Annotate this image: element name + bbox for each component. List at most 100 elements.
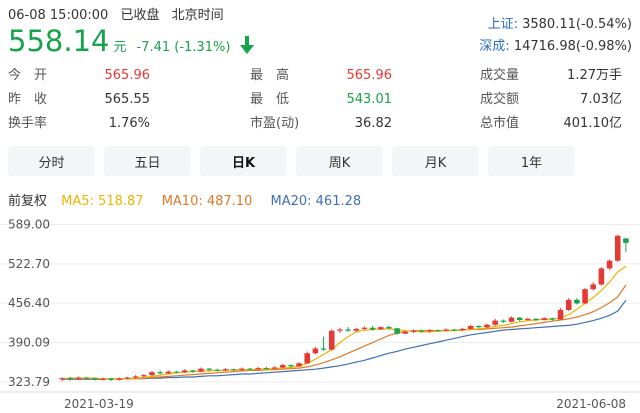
candle-body <box>247 368 253 370</box>
candle-body <box>443 329 449 331</box>
candle-body <box>492 320 498 325</box>
legend-ma10: MA10: 487.10 <box>161 194 253 209</box>
candle-body <box>606 260 613 269</box>
kline-chart[interactable]: 589.00 522.70 456.40 390.09 323.79 2021-03-19… <box>0 212 640 413</box>
candle-body <box>328 330 335 350</box>
stats-row: 今 开 565.96 最 高 565.96 成交量 1.27万手 <box>8 64 632 88</box>
candle-body <box>541 318 547 321</box>
candle-body <box>288 365 294 367</box>
stat-value: 565.96 <box>346 68 393 83</box>
candle-body <box>312 348 319 354</box>
candle-body <box>582 289 588 304</box>
candle-body <box>239 368 245 370</box>
index-sz[interactable]: 深成: 14716.98(-0.98%) <box>479 36 632 58</box>
candle-body <box>614 235 621 261</box>
candle-body <box>320 348 327 350</box>
candle-body <box>484 324 490 328</box>
candle-body <box>157 372 163 374</box>
tab-daily-k[interactable]: 日K <box>200 146 287 176</box>
stat-label: 今 开 <box>8 68 48 83</box>
stat-value: 1.76% <box>108 116 150 131</box>
market-indices: 上证: 3580.11(-0.54%) 深成: 14716.98(-0.98%) <box>479 14 632 58</box>
tab-one-year[interactable]: 1年 <box>488 146 575 176</box>
status-line: 06-08 15:00:00 已收盘 北京时间 <box>8 4 232 23</box>
stat-label: 总市值 <box>480 116 520 131</box>
quote-datetime: 06-08 15:00:00 <box>8 8 109 23</box>
candle-body <box>369 327 376 330</box>
tab-weekly-k[interactable]: 周K <box>296 146 383 176</box>
candle-body <box>149 372 155 376</box>
market-state: 已收盘 <box>120 8 160 23</box>
stat-turnover-amount: 成交额 7.03亿 <box>424 88 632 112</box>
stat-open: 今 开 565.96 <box>8 64 216 88</box>
candle-body <box>377 327 384 330</box>
stat-prev-close: 昨 收 565.55 <box>8 88 216 112</box>
candle-body <box>353 328 360 331</box>
y-tick-label: 589.00 <box>8 218 50 232</box>
legend-ma20: MA20: 461.28 <box>270 194 362 209</box>
candle-body <box>394 328 400 334</box>
candle-body <box>451 329 458 331</box>
candle-body <box>271 367 278 369</box>
price-adjust-toggle[interactable]: 前复权 <box>8 194 47 209</box>
stats-row: 换手率 1.76% 市盈(动) 36.82 总市值 401.10亿 <box>8 112 632 136</box>
candle-body <box>263 368 270 370</box>
candle-body <box>198 368 204 372</box>
stat-value: 1.27万手 <box>567 68 622 83</box>
candle-body <box>116 378 123 380</box>
stat-value: 565.96 <box>104 68 151 83</box>
price-line: 558.14 元 -7.41 (-1.31%) <box>8 24 255 58</box>
candle-body <box>173 371 180 373</box>
y-tick-label: 522.70 <box>8 257 50 271</box>
stat-high: 最 高 565.96 <box>216 64 424 88</box>
stat-value: 401.10亿 <box>563 116 623 131</box>
candle-body <box>75 377 82 379</box>
candle-body <box>337 329 343 331</box>
index-sh[interactable]: 上证: 3580.11(-0.54%) <box>479 14 632 36</box>
stat-label: 成交量 <box>480 68 520 83</box>
candle-body <box>304 353 311 364</box>
candle-body <box>565 299 572 310</box>
candle-body <box>222 369 229 371</box>
y-tick-label: 390.09 <box>8 335 50 349</box>
stat-label: 最 高 <box>250 68 290 83</box>
ma-legend: 前复权 MA5: 518.87 MA10: 487.10 MA20: 461.2… <box>8 190 375 209</box>
stat-label: 市盈(动) <box>250 116 300 131</box>
candle-body <box>557 309 564 320</box>
candle-body <box>516 317 523 321</box>
candle-body <box>230 369 237 371</box>
candle-body <box>91 378 98 380</box>
candle-body <box>59 378 65 380</box>
stat-label: 换手率 <box>8 116 48 131</box>
stat-value: 7.03亿 <box>580 92 622 107</box>
tab-monthly-k[interactable]: 月K <box>392 146 479 176</box>
tab-five-day[interactable]: 五日 <box>104 146 191 176</box>
candle-body <box>418 330 425 332</box>
chart-period-tabs: 分时 五日 日K 周K 月K 1年 <box>8 146 575 176</box>
candle-body <box>459 328 466 331</box>
stat-pe-ratio: 市盈(动) 36.82 <box>216 112 424 136</box>
candle-body <box>206 368 212 370</box>
candle-body <box>345 329 351 331</box>
stat-label: 成交额 <box>480 92 520 107</box>
x-tick-label: 2021-03-19 <box>64 397 134 411</box>
stat-low: 最 低 543.01 <box>216 88 424 112</box>
stat-value: 36.82 <box>354 116 392 131</box>
candle-body <box>525 318 531 321</box>
candle-body <box>574 299 580 304</box>
candle-body <box>533 318 539 321</box>
current-price: 558.14 <box>8 24 110 58</box>
tab-intraday[interactable]: 分时 <box>8 146 95 176</box>
candle-body <box>165 371 172 374</box>
timezone-label: 北京时间 <box>171 8 224 23</box>
candle-body <box>508 317 515 322</box>
index-sh-value: 3580.11(-0.54%) <box>522 17 632 32</box>
candle-body <box>296 363 302 367</box>
candle-body <box>124 377 131 379</box>
price-unit: 元 <box>113 40 127 55</box>
candle-body <box>386 327 392 329</box>
legend-ma5: MA5: 518.87 <box>61 194 144 209</box>
index-sz-value: 14716.98(-0.98%) <box>513 39 632 54</box>
stat-value: 543.01 <box>346 92 393 107</box>
candle-body <box>476 325 482 328</box>
